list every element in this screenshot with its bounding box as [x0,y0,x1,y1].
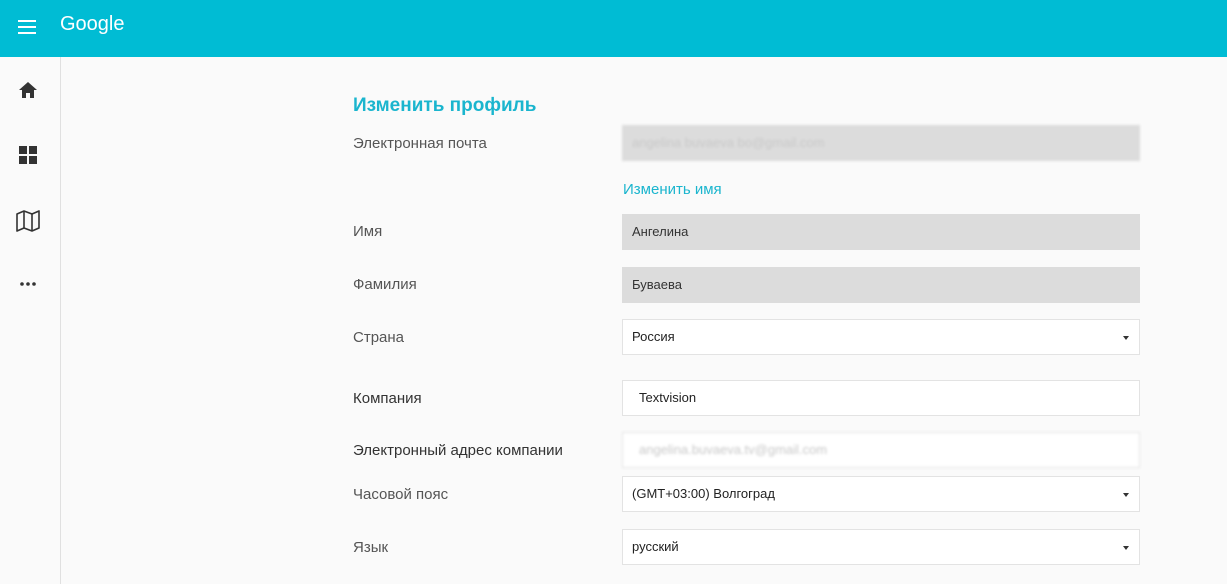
chevron-down-icon [1123,336,1129,340]
chevron-down-icon [1123,493,1129,497]
country-select[interactable]: Россия [622,319,1140,355]
country-label: Страна [353,329,405,346]
sidebar-item-dashboard[interactable] [0,135,56,175]
email-label: Электронная почта [353,135,487,152]
sidebar-item-map[interactable] [0,201,56,241]
language-select[interactable]: русский [622,529,1140,565]
home-icon [19,82,37,98]
email-field: angelina buvaeva bo@gmail.com [622,125,1140,161]
map-icon [16,210,40,232]
company-email-input[interactable]: angelina.buvaeva.tv@gmail.com [622,432,1140,468]
top-app-bar: Google [0,0,1227,57]
app-title: Google [60,13,125,35]
sidebar [0,57,61,584]
sidebar-item-home[interactable] [0,70,56,110]
menu-icon[interactable] [16,16,38,38]
timezone-select-value: (GMT+03:00) Волгоград [632,486,775,501]
timezone-label: Часовой пояс [353,486,449,503]
first-name-field: Ангелина [622,214,1140,250]
language-select-value: русский [632,539,679,554]
company-label: Компания [353,390,422,407]
last-name-label: Фамилия [353,276,417,293]
page-title: Изменить профиль [353,95,537,116]
company-email-label: Электронный адрес компании [353,442,563,459]
chevron-down-icon [1123,546,1129,550]
timezone-select[interactable]: (GMT+03:00) Волгоград [622,476,1140,512]
last-name-field: Буваева [622,267,1140,303]
country-select-value: Россия [632,329,675,344]
sidebar-item-more[interactable] [0,264,56,304]
first-name-label: Имя [353,223,383,240]
language-label: Язык [353,539,389,556]
more-icon [20,282,36,286]
dashboard-icon [19,146,37,164]
company-input[interactable]: Textvision [622,380,1140,416]
profile-form: Изменить профиль Электронная почта angel… [62,57,1227,584]
change-name-link[interactable]: Изменить имя [623,181,722,198]
